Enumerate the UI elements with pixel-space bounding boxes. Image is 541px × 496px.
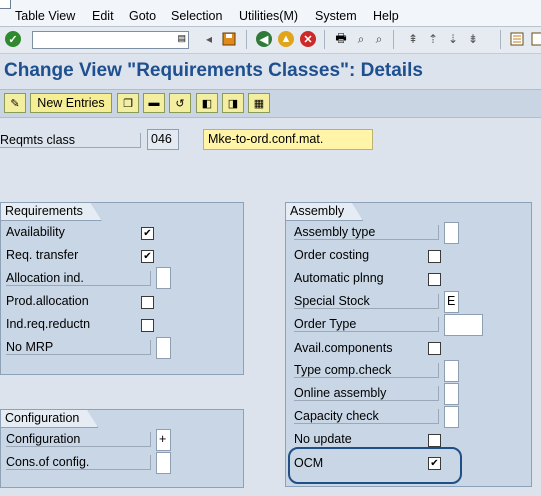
reqmts-class-description: Mke-to-ord.conf.mat. [203, 129, 373, 150]
cons-of-config-label: Cons.of config. [6, 455, 151, 470]
no-update-label: No update [294, 432, 352, 446]
find-next-icon[interactable]: ⌕ [370, 30, 388, 48]
find-icon[interactable]: ⌕ [352, 30, 370, 48]
first-page-icon[interactable]: ⇞ [404, 30, 422, 48]
configuration-group: Configuration [0, 409, 244, 488]
no-mrp-field[interactable] [156, 337, 171, 359]
menu-selection[interactable]: Selection [171, 9, 222, 23]
ind-req-reductn-label: Ind.req.reductn [6, 317, 91, 331]
special-stock-label: Special Stock [294, 294, 439, 309]
command-history-icon[interactable]: ▤ [177, 33, 186, 44]
back-arrow-icon[interactable]: ◂ [200, 30, 218, 48]
prod-allocation-label: Prod.allocation [6, 294, 89, 308]
availability-checkbox[interactable]: ✔ [141, 227, 154, 240]
create-session-icon[interactable] [508, 30, 526, 48]
next-entry-icon[interactable]: ◨ [222, 93, 244, 113]
configuration-field[interactable]: + [156, 429, 171, 451]
last-page-icon[interactable]: ⇟ [464, 30, 482, 48]
menu-utilities[interactable]: Utilities(M) [239, 9, 298, 23]
display-change-icon[interactable]: ✎ [4, 93, 26, 113]
reqmts-class-label: Reqmts class [0, 133, 141, 148]
undo-change-icon[interactable]: ↺ [169, 93, 191, 113]
cons-of-config-field[interactable] [156, 452, 171, 474]
previous-page-icon[interactable]: ⇡ [424, 30, 442, 48]
online-assembly-label: Online assembly [294, 386, 439, 401]
application-toolbar: ✎ New Entries ❐ ▬ ↺ ◧ ◨ ▦ [0, 89, 541, 118]
automatic-plnng-checkbox[interactable] [428, 273, 441, 286]
requirements-group-title: Requirements [0, 202, 102, 221]
req-transfer-checkbox[interactable]: ✔ [141, 250, 154, 263]
configuration-label: Configuration [6, 432, 151, 447]
prod-allocation-checkbox[interactable] [141, 296, 154, 309]
avail-components-checkbox[interactable] [428, 342, 441, 355]
order-costing-label: Order costing [294, 248, 370, 262]
reqmts-class-field: 046 [147, 129, 179, 150]
allocation-ind-label: Allocation ind. [6, 271, 151, 286]
exit-icon[interactable]: ▲ [278, 31, 294, 47]
menu-system[interactable]: System [315, 9, 357, 23]
command-field[interactable]: ▤ [32, 31, 189, 49]
shortcut-icon[interactable] [528, 30, 541, 48]
type-comp-check-field[interactable] [444, 360, 459, 382]
print-icon[interactable]: 🖶 [332, 30, 350, 48]
enter-icon[interactable]: ✓ [5, 31, 21, 47]
automatic-plnng-label: Automatic plnng [294, 271, 384, 285]
assembly-type-label: Assembly type [294, 225, 439, 240]
cancel-icon[interactable]: ✕ [300, 31, 316, 47]
capacity-check-label: Capacity check [294, 409, 439, 424]
window-icon [0, 0, 11, 9]
new-entries-button[interactable]: New Entries [30, 93, 112, 113]
delete-icon[interactable]: ▬ [143, 93, 165, 113]
menu-table-view[interactable]: Table View [15, 9, 75, 23]
standard-toolbar: ✓ ▤ ◂ ◀ ▲ ✕ 🖶 ⌕ ⌕ ⇞ ⇡ ⇣ ⇟ [0, 27, 541, 54]
menu-goto[interactable]: Goto [129, 9, 156, 23]
assembly-type-field[interactable] [444, 222, 459, 244]
copy-as-icon[interactable]: ❐ [117, 93, 139, 113]
order-type-field[interactable] [444, 314, 483, 336]
previous-entry-icon[interactable]: ◧ [196, 93, 218, 113]
menu-help[interactable]: Help [373, 9, 399, 23]
online-assembly-field[interactable] [444, 383, 459, 405]
special-stock-field[interactable]: E [444, 291, 459, 313]
capacity-check-field[interactable] [444, 406, 459, 428]
ocm-highlight-frame [288, 447, 462, 484]
availability-label: Availability [6, 225, 65, 239]
avail-components-label: Avail.components [294, 341, 393, 355]
order-type-label: Order Type [294, 317, 439, 332]
select-all-icon[interactable]: ▦ [248, 93, 270, 113]
allocation-ind-field[interactable] [156, 267, 171, 289]
save-icon[interactable] [220, 30, 238, 48]
no-mrp-label: No MRP [6, 340, 151, 355]
page-title: Change View "Requirements Classes": Deta… [4, 60, 423, 81]
next-page-icon[interactable]: ⇣ [444, 30, 462, 48]
no-update-checkbox[interactable] [428, 434, 441, 447]
menu-bar: Table View Edit Goto Selection Utilities… [0, 0, 541, 27]
req-transfer-label: Req. transfer [6, 248, 79, 262]
configuration-group-title: Configuration [0, 409, 98, 428]
order-costing-checkbox[interactable] [428, 250, 441, 263]
type-comp-check-label: Type comp.check [294, 363, 439, 378]
assembly-group-title: Assembly [285, 202, 363, 221]
back-icon[interactable]: ◀ [256, 31, 272, 47]
menu-edit[interactable]: Edit [92, 9, 114, 23]
ind-req-reductn-checkbox[interactable] [141, 319, 154, 332]
